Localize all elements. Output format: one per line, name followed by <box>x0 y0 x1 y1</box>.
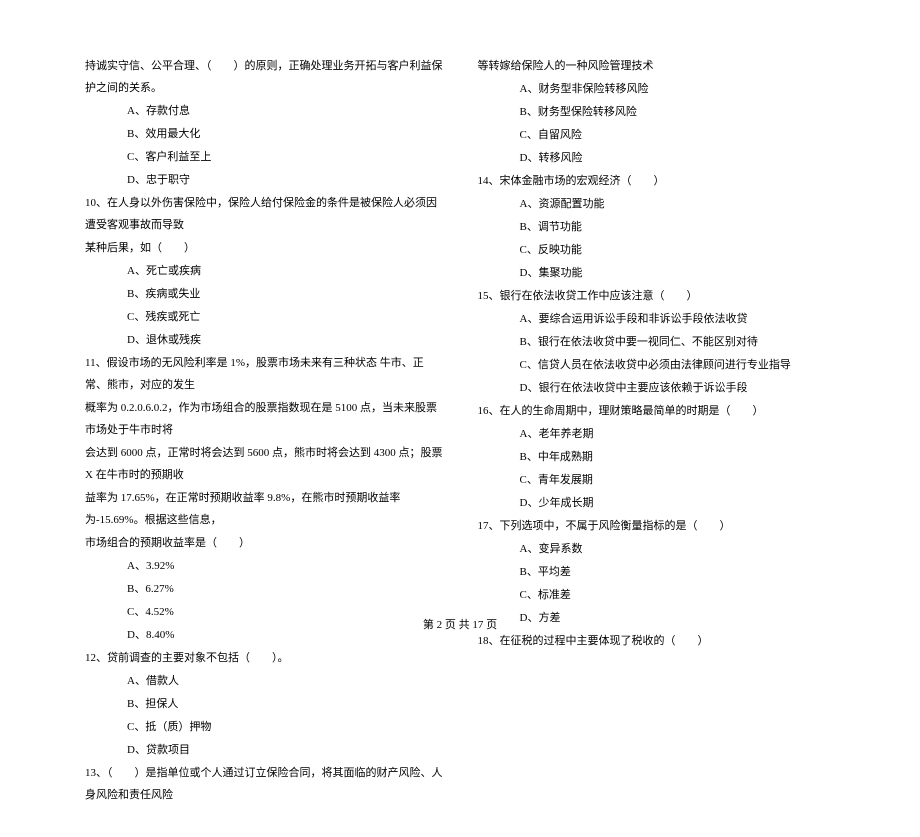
question-15: 15、银行在依法收贷工作中应该注意（ ） <box>478 285 836 307</box>
option-b: B、疾病或失业 <box>85 283 443 305</box>
option-d: D、忠于职守 <box>85 169 443 191</box>
question-intro: 持诚实守信、公平合理、（ ）的原则，正确处理业务开拓与客户利益保护之间的关系。 <box>85 55 443 99</box>
question-10: 10、在人身以外伤害保险中，保险人给付保险金的条件是被保险人必须因遭受客观事故而… <box>85 192 443 236</box>
question-14: 14、宋体金融市场的宏观经济（ ） <box>478 170 836 192</box>
option-c: C、反映功能 <box>478 239 836 261</box>
option-d: D、少年成长期 <box>478 492 836 514</box>
option-c: C、抵（质）押物 <box>85 716 443 738</box>
question-11-cont1: 概率为 0.2.0.6.0.2，作为市场组合的股票指数现在是 5100 点，当未… <box>85 397 443 441</box>
option-c: C、青年发展期 <box>478 469 836 491</box>
option-c: C、信贷人员在依法收贷中必须由法律顾问进行专业指导 <box>478 354 836 376</box>
option-d: D、贷款项目 <box>85 739 443 761</box>
page-footer: 第 2 页 共 17 页 <box>0 616 920 632</box>
option-d: D、银行在依法收贷中主要应该依赖于诉讼手段 <box>478 377 836 399</box>
question-13: 13、（ ）是指单位或个人通过订立保险合同，将其面临的财产风险、人身风险和责任风… <box>85 762 443 806</box>
question-11-cont3: 益率为 17.65%，在正常时预期收益率 9.8%，在熊市时预期收益率为-15.… <box>85 487 443 531</box>
option-b: B、担保人 <box>85 693 443 715</box>
question-16: 16、在人的生命周期中，理财策略最简单的时期是（ ） <box>478 400 836 422</box>
option-a: A、财务型非保险转移风险 <box>478 78 836 100</box>
option-c: C、客户利益至上 <box>85 146 443 168</box>
option-c: C、标准差 <box>478 584 836 606</box>
option-a: A、借款人 <box>85 670 443 692</box>
question-12: 12、贷前调查的主要对象不包括（ ）。 <box>85 647 443 669</box>
question-11: 11、假设市场的无风险利率是 1%，股票市场未来有三种状态 牛市、正常、熊市，对… <box>85 352 443 396</box>
option-b: B、6.27% <box>85 578 443 600</box>
option-a: A、死亡或疾病 <box>85 260 443 282</box>
option-a: A、变异系数 <box>478 538 836 560</box>
option-d: D、集聚功能 <box>478 262 836 284</box>
question-17: 17、下列选项中，不属于风险衡量指标的是（ ） <box>478 515 836 537</box>
question-13-cont: 等转嫁给保险人的一种风险管理技术 <box>478 55 836 77</box>
question-10-cont: 某种后果，如（ ） <box>85 237 443 259</box>
option-b: B、效用最大化 <box>85 123 443 145</box>
option-b: B、财务型保险转移风险 <box>478 101 836 123</box>
option-d: D、退休或残疾 <box>85 329 443 351</box>
right-column: 等转嫁给保险人的一种风险管理技术 A、财务型非保险转移风险 B、财务型保险转移风… <box>478 55 836 807</box>
question-11-cont4: 市场组合的预期收益率是（ ） <box>85 532 443 554</box>
page-content: 持诚实守信、公平合理、（ ）的原则，正确处理业务开拓与客户利益保护之间的关系。 … <box>0 0 920 837</box>
option-b: B、银行在依法收贷中要一视同仁、不能区别对待 <box>478 331 836 353</box>
option-b: B、调节功能 <box>478 216 836 238</box>
option-a: A、要综合运用诉讼手段和非诉讼手段依法收贷 <box>478 308 836 330</box>
option-a: A、3.92% <box>85 555 443 577</box>
option-d: D、转移风险 <box>478 147 836 169</box>
option-a: A、资源配置功能 <box>478 193 836 215</box>
option-a: A、老年养老期 <box>478 423 836 445</box>
option-b: B、平均差 <box>478 561 836 583</box>
question-11-cont2: 会达到 6000 点，正常时将会达到 5600 点，熊市时将会达到 4300 点… <box>85 442 443 486</box>
question-18: 18、在征税的过程中主要体现了税收的（ ） <box>478 630 836 652</box>
left-column: 持诚实守信、公平合理、（ ）的原则，正确处理业务开拓与客户利益保护之间的关系。 … <box>85 55 443 807</box>
option-b: B、中年成熟期 <box>478 446 836 468</box>
option-c: C、自留风险 <box>478 124 836 146</box>
option-c: C、残疾或死亡 <box>85 306 443 328</box>
option-a: A、存款付息 <box>85 100 443 122</box>
